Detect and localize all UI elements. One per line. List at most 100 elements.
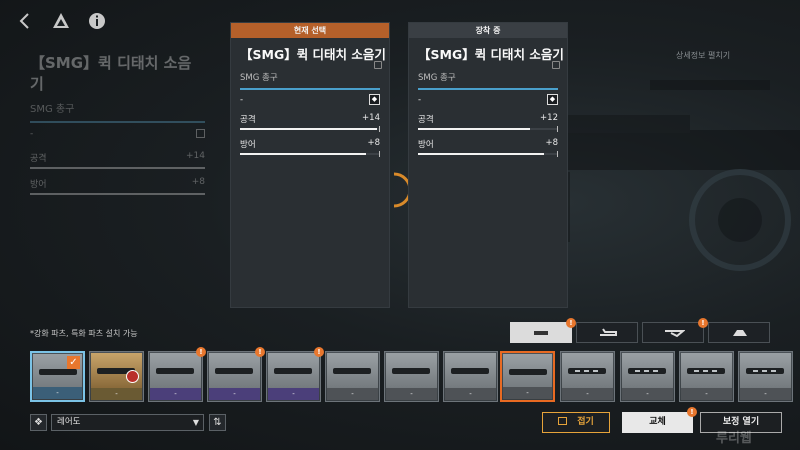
part-item[interactable]: -: [443, 351, 498, 402]
tab-stock[interactable]: !: [642, 318, 708, 343]
equipped-slot-value: -: [418, 94, 422, 105]
sort-order-button[interactable]: ⇅: [209, 414, 226, 431]
part-item[interactable]: -: [89, 351, 144, 402]
left-slot-value: -: [30, 129, 34, 139]
part-footer: -: [268, 388, 319, 400]
part-item[interactable]: -: [560, 351, 615, 402]
lock-icon: [552, 61, 560, 69]
part-item[interactable]: -: [384, 351, 439, 402]
replace-button[interactable]: 교체 !: [622, 407, 697, 433]
equipped-part-title: 【SMG】퀵 디태치 소음기: [418, 47, 564, 62]
game-logo-icon: [53, 13, 69, 28]
alert-badge: !: [687, 407, 697, 417]
alert-badge: !: [255, 347, 265, 357]
silencer-icon: [746, 368, 784, 374]
part-item[interactable]: -: [500, 351, 555, 402]
current-part-subtitle: SMG 총구: [240, 73, 278, 83]
filter-button[interactable]: ❖: [30, 414, 47, 431]
muzzle-icon: [534, 331, 548, 335]
fold-icon: [558, 417, 568, 425]
left-stat-label: 방어: [30, 180, 47, 190]
replace-button-label: 교체: [649, 417, 666, 427]
info-icon: [89, 13, 105, 29]
tab-muzzle[interactable]: !: [510, 318, 576, 343]
part-item[interactable]: -: [738, 351, 793, 402]
left-stat-bar: [30, 167, 205, 169]
logo-button[interactable]: [50, 10, 72, 32]
sort-order-icon: ⇅: [213, 417, 222, 428]
silencer-icon: [274, 368, 312, 374]
current-attack-fill: [240, 128, 378, 130]
current-defense-label: 방어: [240, 140, 256, 150]
equipped-defense-bar: [418, 151, 558, 157]
watermark: 루리웹: [716, 431, 752, 446]
equipped-defense-label: 방어: [418, 140, 434, 150]
current-attack-bar: [240, 126, 380, 132]
left-stat-value: +14: [186, 151, 205, 161]
silencer-icon: [156, 368, 194, 374]
current-selection-card: 현재 선택 【SMG】퀵 디태치 소음기 SMG 총구 - ◆ 공격 +14 방어 +…: [230, 22, 390, 308]
weapon-parts-screen: 【SMG】퀵 디태치 소음기 SMG 총구 - 공격 +14 방어 +8 현재 선택…: [0, 0, 800, 450]
part-footer: -: [327, 388, 378, 400]
part-item[interactable]: -!: [207, 347, 265, 402]
part-item[interactable]: -: [325, 351, 380, 402]
back-button[interactable]: [14, 10, 36, 32]
grip-icon: [600, 328, 617, 336]
current-defense-bar: [240, 151, 380, 157]
alert-badge: !: [196, 347, 206, 357]
sort-select-value: 레어도: [57, 417, 81, 427]
slot-diamond-icon: ◆: [369, 94, 380, 105]
fold-button-label: 접기: [577, 417, 594, 427]
detail-expand-link[interactable]: 상세정보 펼치기: [676, 50, 730, 61]
current-defense-value: +8: [367, 138, 380, 148]
alert-badge: !: [566, 318, 576, 328]
install-note: *강화 파츠, 특화 파츠 설치 가능: [30, 329, 138, 338]
part-footer: -: [503, 387, 552, 399]
equipped-part-subtitle: SMG 총구: [418, 73, 456, 83]
stock-icon: [665, 330, 685, 338]
left-part-summary: 【SMG】퀵 디태치 소음기 SMG 총구 - 공격 +14 방어 +8: [30, 52, 205, 195]
part-item[interactable]: -: [620, 351, 675, 402]
silencer-icon: [687, 368, 725, 374]
part-item[interactable]: - ✓: [30, 351, 85, 402]
part-footer: -: [445, 388, 496, 400]
current-selection-header: 현재 선택: [231, 23, 389, 38]
lock-icon: [374, 61, 382, 69]
silencer-icon: [215, 368, 253, 374]
current-defense-fill: [240, 153, 366, 155]
part-footer: -: [622, 388, 673, 400]
slot-diamond-icon: ◆: [547, 94, 558, 105]
left-part-title: 【SMG】퀵 디태치 소음기: [30, 54, 192, 93]
part-item[interactable]: -!: [148, 347, 206, 402]
equipped-attack-value: +12: [540, 113, 558, 123]
checkmark-icon: ✓: [67, 356, 80, 369]
silencer-icon: [392, 368, 430, 374]
left-stat-label: 공격: [30, 154, 47, 164]
current-part-title: 【SMG】퀵 디태치 소음기: [240, 47, 386, 62]
tab-sight[interactable]: [708, 322, 770, 343]
silencer-icon: [628, 368, 666, 374]
left-stat-bar: [30, 193, 205, 195]
silencer-icon: [568, 368, 606, 374]
chevron-left-icon: [19, 13, 29, 29]
part-item[interactable]: -: [679, 351, 734, 402]
sort-select[interactable]: 레어도 ▼: [51, 414, 204, 431]
current-attack-label: 공격: [240, 115, 256, 125]
fold-button[interactable]: 접기: [542, 412, 610, 433]
silencer-icon: [451, 368, 489, 374]
part-footer: -: [91, 388, 142, 400]
left-stat-value: +8: [191, 177, 205, 187]
part-footer: -: [386, 388, 437, 400]
alert-badge: !: [314, 347, 324, 357]
part-footer: -: [150, 388, 201, 400]
equipped-attack-label: 공격: [418, 115, 434, 125]
equipped-attack-fill: [418, 128, 530, 130]
silencer-icon: [509, 369, 547, 375]
equipped-attack-bar: [418, 126, 558, 132]
tab-grip[interactable]: [576, 322, 638, 343]
info-button[interactable]: [86, 10, 108, 32]
left-slot-box: [196, 129, 205, 138]
equipped-header: 장착 중: [409, 23, 567, 38]
part-footer: -: [33, 387, 82, 399]
part-item[interactable]: -!: [266, 347, 324, 402]
